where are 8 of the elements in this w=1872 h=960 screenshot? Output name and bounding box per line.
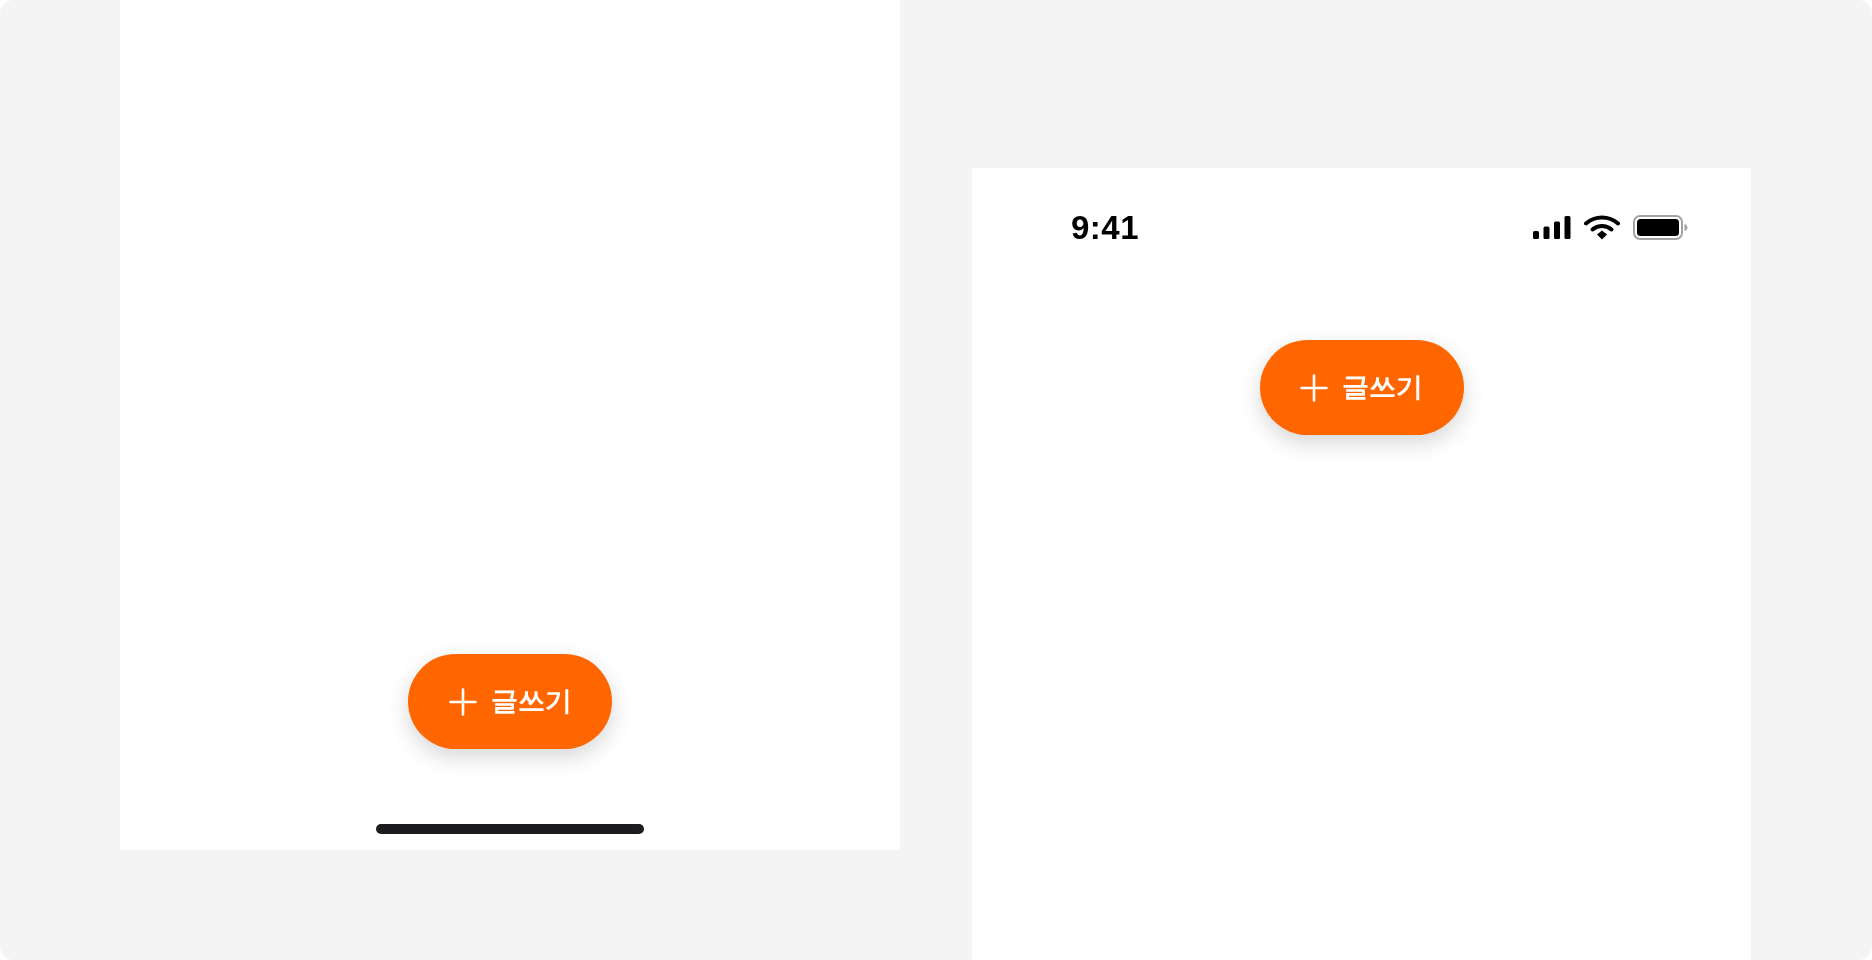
- signal-icon: [1533, 215, 1571, 239]
- battery-icon: [1633, 214, 1688, 240]
- write-button[interactable]: 글쓰기: [408, 654, 612, 749]
- status-time: 9:41: [1071, 210, 1140, 244]
- write-button[interactable]: 글쓰기: [1259, 340, 1464, 435]
- wifi-icon: [1584, 214, 1620, 240]
- plus-icon: [1300, 373, 1328, 402]
- plus-icon: [448, 687, 477, 716]
